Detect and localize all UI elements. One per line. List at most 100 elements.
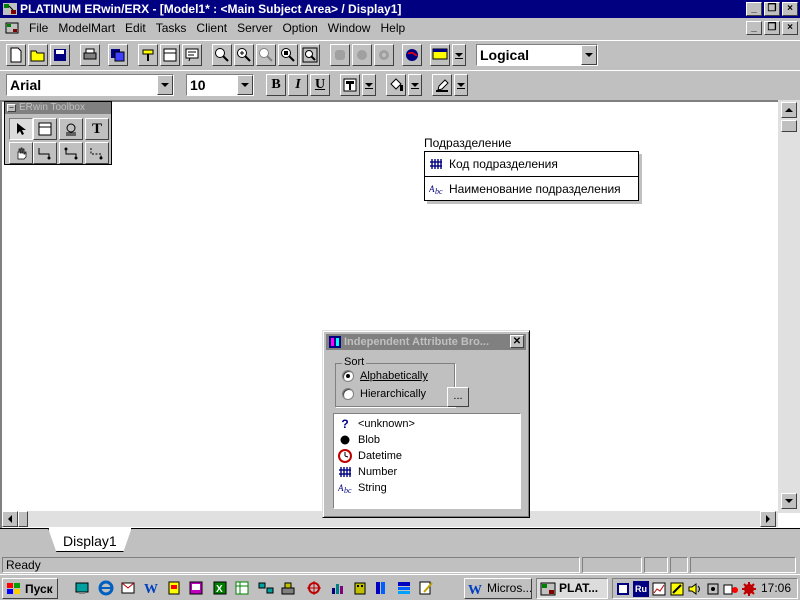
crosshair-icon[interactable] [306, 580, 322, 596]
document-system-menu-icon[interactable] [4, 20, 20, 36]
list-item[interactable]: Abc String [338, 480, 387, 496]
menu-window[interactable]: Window [323, 18, 376, 38]
chevron-down-icon[interactable] [237, 75, 253, 95]
network-icon[interactable] [258, 580, 274, 596]
entity-tool-icon[interactable] [33, 118, 57, 140]
fill-color-icon[interactable] [386, 74, 406, 96]
scheduler-icon[interactable] [723, 581, 739, 597]
chart-tray-icon[interactable] [651, 581, 667, 597]
zoom-in-more-icon[interactable] [234, 44, 254, 66]
zoom-window-icon[interactable] [300, 44, 320, 66]
non-identifying-relationship-icon[interactable] [85, 142, 109, 164]
font-size-select[interactable]: 10 [186, 74, 254, 96]
copy-icon[interactable] [108, 44, 128, 66]
dropdown-arrow-icon[interactable] [452, 44, 466, 66]
zoom-in-icon[interactable] [212, 44, 232, 66]
text-tool-icon[interactable]: T [85, 118, 109, 140]
tray-tool-icon[interactable] [705, 581, 721, 597]
zoom-out-icon[interactable] [256, 44, 276, 66]
menu-tasks[interactable]: Tasks [151, 18, 192, 38]
doc-close-button[interactable]: × [782, 21, 798, 35]
powerpoint-icon[interactable] [188, 580, 204, 596]
non-key-attribute-row[interactable]: Abc Наименование подразделения [429, 179, 621, 199]
menu-server[interactable]: Server [232, 18, 277, 38]
key-attribute-row[interactable]: Код подразделения [429, 154, 558, 174]
hammer-icon[interactable] [138, 44, 158, 66]
hand-icon[interactable] [9, 142, 33, 164]
minimize-button[interactable]: _ [746, 2, 762, 16]
sort-alphabetically-option[interactable]: Alphabetically [342, 370, 428, 382]
list-item[interactable]: Blob [338, 432, 380, 448]
word-icon[interactable]: W [144, 580, 160, 596]
entity-name[interactable]: Подразделение [424, 136, 511, 150]
bold-button[interactable]: B [266, 74, 286, 96]
vertical-scrollbar[interactable] [778, 100, 800, 513]
print-icon[interactable] [80, 44, 100, 66]
identifying-relationship-icon[interactable] [33, 142, 57, 164]
open-folder-icon[interactable] [28, 44, 48, 66]
ellipsis-button[interactable]: ... [447, 387, 469, 407]
attribute-type-list[interactable]: ? <unknown> Blob Datetime Number Abc Str… [333, 413, 521, 509]
menu-option[interactable]: Option [277, 18, 322, 38]
keyboard-language-indicator[interactable]: Ru [633, 581, 649, 597]
desktop-icon[interactable] [74, 580, 90, 596]
taskbar-word-task[interactable]: W Micros... [464, 578, 532, 599]
building-icon[interactable] [352, 580, 368, 596]
menu-client[interactable]: Client [191, 18, 232, 38]
comment-icon[interactable] [182, 44, 202, 66]
title-bar[interactable]: PLATINUM ERwin/ERX - [Model1* : <Main Su… [0, 0, 800, 18]
antivirus-icon[interactable] [741, 581, 757, 597]
close-icon[interactable]: ✕ [510, 335, 524, 348]
dropdown-arrow-icon[interactable] [408, 74, 422, 96]
subtype-icon[interactable] [59, 118, 83, 140]
list-item[interactable]: ? <unknown> [338, 416, 415, 432]
chevron-down-icon[interactable] [581, 45, 597, 65]
restore-button[interactable]: ❐ [764, 2, 780, 16]
chevron-down-icon[interactable] [157, 75, 173, 95]
menu-file[interactable]: File [24, 18, 53, 38]
sort-hierarchically-option[interactable]: Hierarchically [342, 388, 426, 400]
spreadsheet-icon[interactable] [234, 580, 250, 596]
entity-icon[interactable] [160, 44, 180, 66]
text-color-icon[interactable] [340, 74, 360, 96]
disabled-icon-2[interactable] [352, 44, 372, 66]
scroll-right-icon[interactable] [760, 511, 776, 527]
vertical-scroll-thumb[interactable] [781, 120, 797, 132]
zoom-fit-icon[interactable] [278, 44, 298, 66]
books-icon[interactable] [374, 580, 390, 596]
doc-minimize-button[interactable]: _ [746, 21, 762, 35]
doc-restore-button[interactable]: ❐ [764, 21, 780, 35]
entity-box[interactable]: Код подразделения Abc Наименование подра… [424, 151, 639, 201]
close-button[interactable]: × [782, 2, 798, 16]
chart-tool-icon[interactable] [330, 580, 346, 596]
color-icon[interactable] [430, 44, 450, 66]
internet-explorer-icon[interactable] [98, 580, 114, 596]
scroll-down-icon[interactable] [781, 493, 797, 509]
toolbox-title[interactable]: ERwin Toolbox [5, 102, 111, 114]
list-item[interactable]: Datetime [338, 448, 402, 464]
attribute-browser-title-bar[interactable]: Independent Attribute Bro... ✕ [326, 334, 526, 350]
tab-display1[interactable]: Display1 [48, 528, 132, 552]
font-name-select[interactable]: Arial [6, 74, 174, 96]
pointer-icon[interactable] [9, 118, 33, 140]
tray-app-icon[interactable] [615, 581, 631, 597]
clock[interactable]: 17:06 [761, 581, 791, 595]
office-icon[interactable] [166, 580, 182, 596]
scroll-up-icon[interactable] [781, 102, 797, 118]
menu-modelmart[interactable]: ModelMart [53, 18, 120, 38]
globe-icon[interactable] [402, 44, 422, 66]
start-button[interactable]: Пуск [2, 578, 58, 599]
dropdown-arrow-icon[interactable] [454, 74, 468, 96]
new-file-icon[interactable] [6, 44, 26, 66]
menu-edit[interactable]: Edit [120, 18, 151, 38]
italic-button[interactable]: I [288, 74, 308, 96]
disabled-icon-1[interactable] [330, 44, 350, 66]
underline-button[interactable]: U [310, 74, 330, 96]
pen-color-icon[interactable] [432, 74, 452, 96]
menu-help[interactable]: Help [375, 18, 410, 38]
pen-tray-icon[interactable] [669, 581, 685, 597]
view-mode-select[interactable]: Logical [476, 44, 598, 66]
taskbar-erwin-task[interactable]: PLAT... [536, 578, 608, 599]
many-to-many-relationship-icon[interactable] [59, 142, 83, 164]
outlook-icon[interactable] [120, 580, 136, 596]
